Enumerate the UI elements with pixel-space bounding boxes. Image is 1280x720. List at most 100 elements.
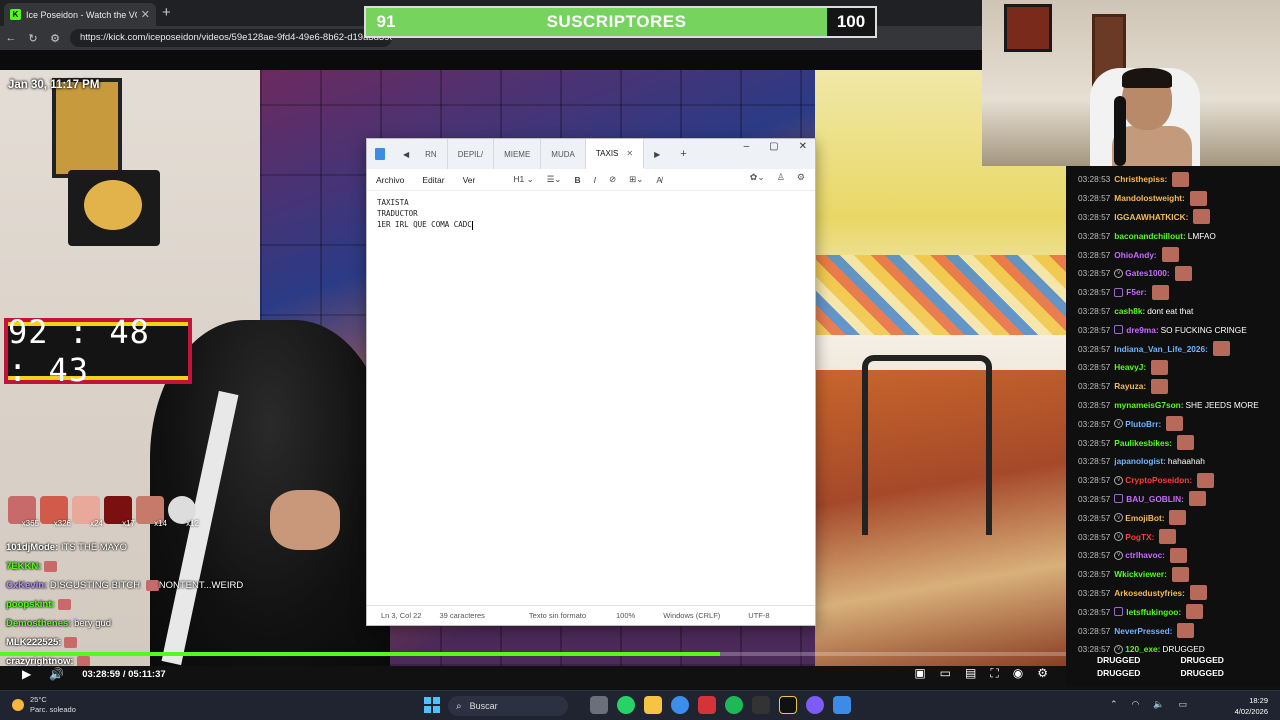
encoding[interactable]: UTF-8 [748, 611, 769, 620]
table-icon[interactable]: ⊞⌄ [629, 174, 643, 185]
browser-tab[interactable]: K Ice Poseidon - Watch the VOD on ✕ [4, 3, 156, 26]
settings-gear-icon[interactable]: ⚙ [1037, 666, 1048, 681]
chat-username[interactable]: Mandolostweight: [1114, 193, 1185, 203]
chat-message[interactable]: 03:28:57 BAU_GOBLIN: [1078, 490, 1280, 509]
chat-username[interactable]: Wkickviewer: [1114, 569, 1167, 579]
notepad-tab[interactable]: MUDA [541, 139, 586, 169]
chat-message[interactable]: 03:28:57 v EmojiBot: [1078, 508, 1280, 527]
chat-username[interactable]: EmojiBot: [1125, 513, 1164, 523]
edge-icon[interactable] [671, 696, 689, 714]
chat-message[interactable]: 03:28:57 Rayuza: [1078, 377, 1280, 396]
notepad-tab[interactable]: MIEME [494, 139, 542, 169]
chat-username[interactable]: ctrlhavoc: [1125, 550, 1165, 560]
chat-username[interactable]: Indiana_Van_Life_2026: [1114, 344, 1208, 354]
link-icon[interactable]: ⊘ [609, 174, 616, 185]
close-tab-icon[interactable]: ✕ [626, 149, 633, 158]
whatsapp-icon[interactable] [617, 696, 635, 714]
zoom-level[interactable]: 100% [616, 611, 635, 620]
fullscreen-icon[interactable]: ⛶ [990, 666, 998, 681]
maximize-icon[interactable]: ▢ [769, 141, 778, 152]
discord-icon[interactable] [806, 696, 824, 714]
chat-message[interactable]: 03:28:57 v Gates1000: [1078, 264, 1280, 283]
notepad-tab[interactable]: RN [415, 139, 448, 169]
chat-username[interactable]: cash8k: [1114, 306, 1145, 316]
speed-icon[interactable]: ◉ [1013, 666, 1023, 681]
play-icon[interactable]: ▶ [22, 667, 31, 681]
add-tab-icon[interactable]: + [680, 148, 686, 160]
volume-icon[interactable]: 🔊 [49, 667, 64, 681]
chat-username[interactable]: NeverPressed: [1114, 626, 1172, 636]
chat-message[interactable]: 03:28:57 mynameisG7son: SHE JEEDS MORE [1078, 396, 1280, 415]
menu-archivo[interactable]: Archivo [376, 175, 404, 185]
menu-ver[interactable]: Ver [463, 175, 476, 185]
chat-username[interactable]: baconandchillout: [1114, 231, 1185, 241]
chat-message[interactable]: 03:28:57 v PogTX: [1078, 527, 1280, 546]
chat-message[interactable]: 03:28:57 letsffukingoo: [1078, 602, 1280, 621]
clip-icon[interactable]: ▣ [914, 666, 925, 681]
chat-username[interactable]: Christhepiss: [1114, 174, 1167, 184]
chat-username[interactable]: PlutoBrr: [1125, 419, 1161, 429]
file-explorer-icon[interactable] [644, 696, 662, 714]
chat-message[interactable]: 03:28:57 japanologist: hahaahah [1078, 452, 1280, 471]
notepad-tab-active[interactable]: TAXIS ✕ [585, 139, 645, 169]
reload-icon[interactable]: ↻ [22, 32, 44, 45]
list-icon[interactable]: ☰⌄ [547, 174, 562, 185]
account-icon[interactable]: ♙ [777, 172, 785, 183]
chat-message[interactable]: 03:28:57 Mandolostweight: [1078, 189, 1280, 208]
chat-message[interactable]: 03:28:57 HeavyJ: [1078, 358, 1280, 377]
tray-chevron-icon[interactable]: ⌃ [1110, 699, 1118, 710]
chat-username[interactable]: letsffukingoo: [1126, 607, 1181, 617]
back-arrow-icon[interactable]: ← [0, 32, 22, 44]
clear-format-icon[interactable]: A̸ [656, 175, 662, 185]
seek-bar[interactable] [0, 652, 1066, 656]
taskbar-search[interactable]: ⌕ Buscar [448, 696, 568, 716]
chat-username[interactable]: japanologist: [1114, 456, 1166, 466]
speaker-icon[interactable]: 🔈 [1153, 699, 1164, 710]
chat-username[interactable]: dre9ma: [1126, 325, 1158, 335]
miniplayer-icon[interactable]: ▤ [965, 666, 976, 681]
chat-username[interactable]: Paulikesbikes: [1114, 438, 1172, 448]
chat-message[interactable]: 03:28:57 v PlutoBrr: [1078, 414, 1280, 433]
heading-dropdown[interactable]: H1 ⌄ [513, 174, 533, 185]
chat-username[interactable]: BAU_GOBLIN: [1126, 494, 1184, 504]
line-ending[interactable]: Windows (CRLF) [663, 611, 720, 620]
url-field[interactable]: https://kick.com/iceposeidon/videos/59e1… [70, 29, 392, 47]
chat-message[interactable]: 03:28:57 NeverPressed: [1078, 621, 1280, 640]
chat-username[interactable]: F5er: [1126, 287, 1146, 297]
chat-message[interactable]: 03:28:57 OhioAndy: [1078, 245, 1280, 264]
chat-message[interactable]: 03:28:57 baconandchillout: LMFAO [1078, 226, 1280, 245]
notepad-settings-icon[interactable]: ⚙ [797, 172, 805, 183]
minimize-icon[interactable]: – [744, 141, 750, 152]
windows-start-icon[interactable] [424, 697, 440, 713]
chat-username[interactable]: 120_exe: [1125, 644, 1160, 654]
chat-message[interactable]: 03:28:53 Christhepiss: [1078, 170, 1280, 189]
chat-message[interactable]: 03:28:57 Wkickviewer: [1078, 565, 1280, 584]
app-icon[interactable] [779, 696, 797, 714]
notepad-tab[interactable]: DEPIL/ [448, 139, 495, 169]
chat-message[interactable]: 03:28:57 Indiana_Van_Life_2026: [1078, 339, 1280, 358]
weather-widget[interactable]: 25°C Parc. soleado [12, 695, 76, 715]
theater-icon[interactable]: ▭ [940, 666, 951, 681]
tabs-scroll-left-icon[interactable]: ◀ [403, 150, 409, 159]
chat-message[interactable]: 03:28:57 v CryptoPoseidon: [1078, 471, 1280, 490]
chat-username[interactable]: CryptoPoseidon: [1125, 475, 1192, 485]
new-tab-icon[interactable]: + [162, 4, 171, 21]
notepad-icon[interactable] [833, 696, 851, 714]
taskbar-clock[interactable]: 18:29 4/02/2026 [1235, 695, 1268, 717]
chat-username[interactable]: HeavyJ: [1114, 362, 1146, 372]
chat-username[interactable]: IGGAAWHATKICK: [1114, 212, 1188, 222]
menu-editar[interactable]: Editar [422, 175, 444, 185]
chat-username[interactable]: Arkosedustyfries: [1114, 588, 1185, 598]
chat-message[interactable]: 03:28:57 cash8k: dont eat that [1078, 302, 1280, 321]
task-view-icon[interactable] [590, 696, 608, 714]
chat-username[interactable]: OhioAndy: [1114, 250, 1156, 260]
chat-username[interactable]: Rayuza: [1114, 381, 1146, 391]
chat-username[interactable]: Gates1000: [1125, 268, 1169, 278]
capcut-icon[interactable] [698, 696, 716, 714]
chat-message[interactable]: 03:28:57 v ctrlhavoc: [1078, 546, 1280, 565]
chat-username[interactable]: mynameisG7son: [1114, 400, 1183, 410]
site-info-icon[interactable]: ⚙ [44, 32, 66, 45]
chat-username[interactable]: PogTX: [1125, 532, 1154, 542]
app-icon[interactable] [752, 696, 770, 714]
battery-icon[interactable]: ▭ [1179, 699, 1188, 710]
